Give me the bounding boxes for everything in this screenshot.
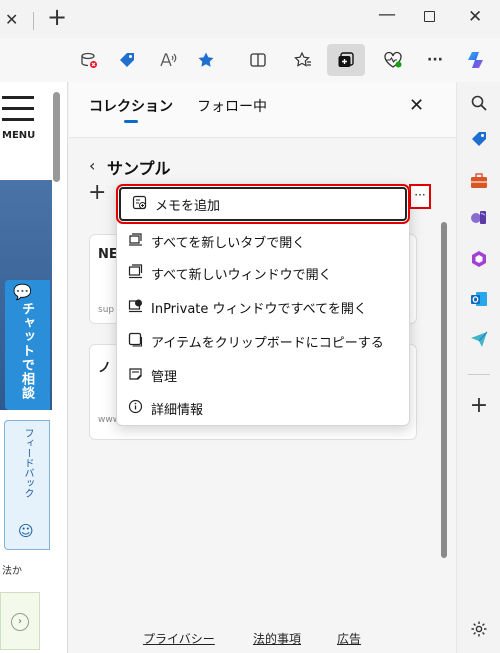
menu-item-label: すべて新しいウィンドウで開く xyxy=(151,267,332,283)
ads-link[interactable]: 広告 xyxy=(337,630,361,647)
favorite-star-icon[interactable] xyxy=(193,47,219,73)
edge-sidebar: + xyxy=(456,82,500,653)
card-title: NE xyxy=(98,247,118,262)
inprivate-icon xyxy=(126,298,144,317)
open-tabs-icon xyxy=(126,232,144,251)
read-aloud-icon[interactable] xyxy=(155,47,181,73)
open-window-icon xyxy=(126,263,144,283)
menu-label: MENU xyxy=(2,130,36,141)
add-item-icon[interactable]: + xyxy=(88,182,106,204)
menu-item-label: 詳細情報 xyxy=(151,402,204,418)
chat-consult-label: チャットで相談 xyxy=(19,302,34,400)
tab-separator xyxy=(33,12,34,30)
price-tag-icon[interactable] xyxy=(114,47,140,73)
arrow-circle-icon[interactable]: › xyxy=(11,613,29,631)
menu-item-open-all-tabs[interactable]: すべてを新しいタブで開く xyxy=(117,225,409,257)
new-tab-button[interactable]: + xyxy=(47,5,67,29)
menu-item-copy-clipboard[interactable]: アイテムをクリップボードにコピーする xyxy=(117,325,409,357)
menu-item-label: すべてを新しいタブで開く xyxy=(151,235,306,251)
back-chevron-icon[interactable]: ‹ xyxy=(89,156,95,175)
menu-item-label: アイテムをクリップボードにコピーする xyxy=(151,335,384,351)
health-heart-icon[interactable] xyxy=(380,47,406,73)
chat-bubble-icon: 💬 xyxy=(13,283,32,301)
microsoft365-icon[interactable] xyxy=(468,248,490,270)
menu-line-icon xyxy=(2,96,34,99)
menu-item-manage[interactable]: 管理 xyxy=(117,359,409,391)
feedback-label: フィードバック xyxy=(22,428,33,498)
info-icon xyxy=(126,399,144,418)
shopping-tag-icon[interactable] xyxy=(468,128,490,150)
sidebar-settings-gear-icon[interactable] xyxy=(468,618,490,640)
privacy-link[interactable]: プライバシー xyxy=(143,630,215,647)
outlook-icon[interactable] xyxy=(468,288,490,310)
title-bar: ✕ + — ✕ xyxy=(0,0,500,38)
menu-item-details[interactable]: 詳細情報 xyxy=(117,392,409,424)
collection-title: サンプル xyxy=(107,159,171,178)
card-title: ノ xyxy=(98,361,112,376)
webpage-content: MENU 💬 チャットで相談 フィードバック ☺ 法か › xyxy=(0,82,68,653)
manage-icon xyxy=(126,366,144,385)
tools-briefcase-icon[interactable] xyxy=(468,170,490,192)
webpage-footer-box: › xyxy=(0,592,40,650)
note-icon xyxy=(130,195,148,214)
smile-icon: ☺ xyxy=(18,522,34,540)
add-sidebar-app-icon[interactable]: + xyxy=(468,393,490,418)
sidebar-divider xyxy=(468,374,490,375)
legal-link[interactable]: 法的事項 xyxy=(253,630,301,647)
collection-more-button[interactable]: ··· xyxy=(409,184,431,209)
menu-item-label: InPrivate ウィンドウですべてを開く xyxy=(151,301,367,317)
partial-text: 法か xyxy=(2,566,22,577)
menu-item-open-inprivate[interactable]: InPrivate ウィンドウですべてを開く xyxy=(117,291,409,323)
browser-toolbar: ··· xyxy=(0,38,500,82)
tab-close-button[interactable]: ✕ xyxy=(5,10,18,29)
collection-context-menu: メモを追加 すべてを新しいタブで開く すべて新しいウィンドウで開く InPriv… xyxy=(116,184,410,426)
split-screen-icon[interactable] xyxy=(245,47,271,73)
maximize-button[interactable] xyxy=(424,11,435,22)
send-paper-plane-icon[interactable] xyxy=(468,328,490,350)
favorites-icon[interactable] xyxy=(290,47,316,73)
tab-collections[interactable]: コレクション xyxy=(89,96,173,116)
panel-tabs: コレクション フォロー中 ✕ xyxy=(69,82,456,138)
menu-item-add-note[interactable]: メモを追加 xyxy=(116,184,410,224)
search-icon[interactable] xyxy=(468,92,490,114)
tracking-icon[interactable] xyxy=(76,47,102,73)
copilot-icon[interactable] xyxy=(463,47,489,73)
window-close-button[interactable]: ✕ xyxy=(468,7,482,27)
panel-close-icon[interactable]: ✕ xyxy=(409,95,424,116)
copy-icon xyxy=(126,332,144,351)
more-menu-icon[interactable]: ··· xyxy=(422,47,448,73)
webpage-scrollbar[interactable] xyxy=(53,92,60,182)
games-icon[interactable] xyxy=(468,206,490,228)
tab-following[interactable]: フォロー中 xyxy=(197,96,267,116)
panel-scrollbar[interactable] xyxy=(441,222,447,558)
menu-line-icon xyxy=(2,118,34,121)
active-tab-indicator xyxy=(124,120,138,123)
card-subtitle: sup xyxy=(98,305,115,315)
menu-item-open-all-window[interactable]: すべて新しいウィンドウで開く xyxy=(117,257,409,289)
hamburger-menu-button[interactable]: MENU xyxy=(0,90,40,146)
menu-item-label: 管理 xyxy=(151,369,178,385)
minimize-button[interactable]: — xyxy=(378,4,396,25)
menu-item-label: メモを追加 xyxy=(155,198,221,214)
collections-icon[interactable] xyxy=(327,44,365,76)
menu-line-icon xyxy=(2,107,34,110)
